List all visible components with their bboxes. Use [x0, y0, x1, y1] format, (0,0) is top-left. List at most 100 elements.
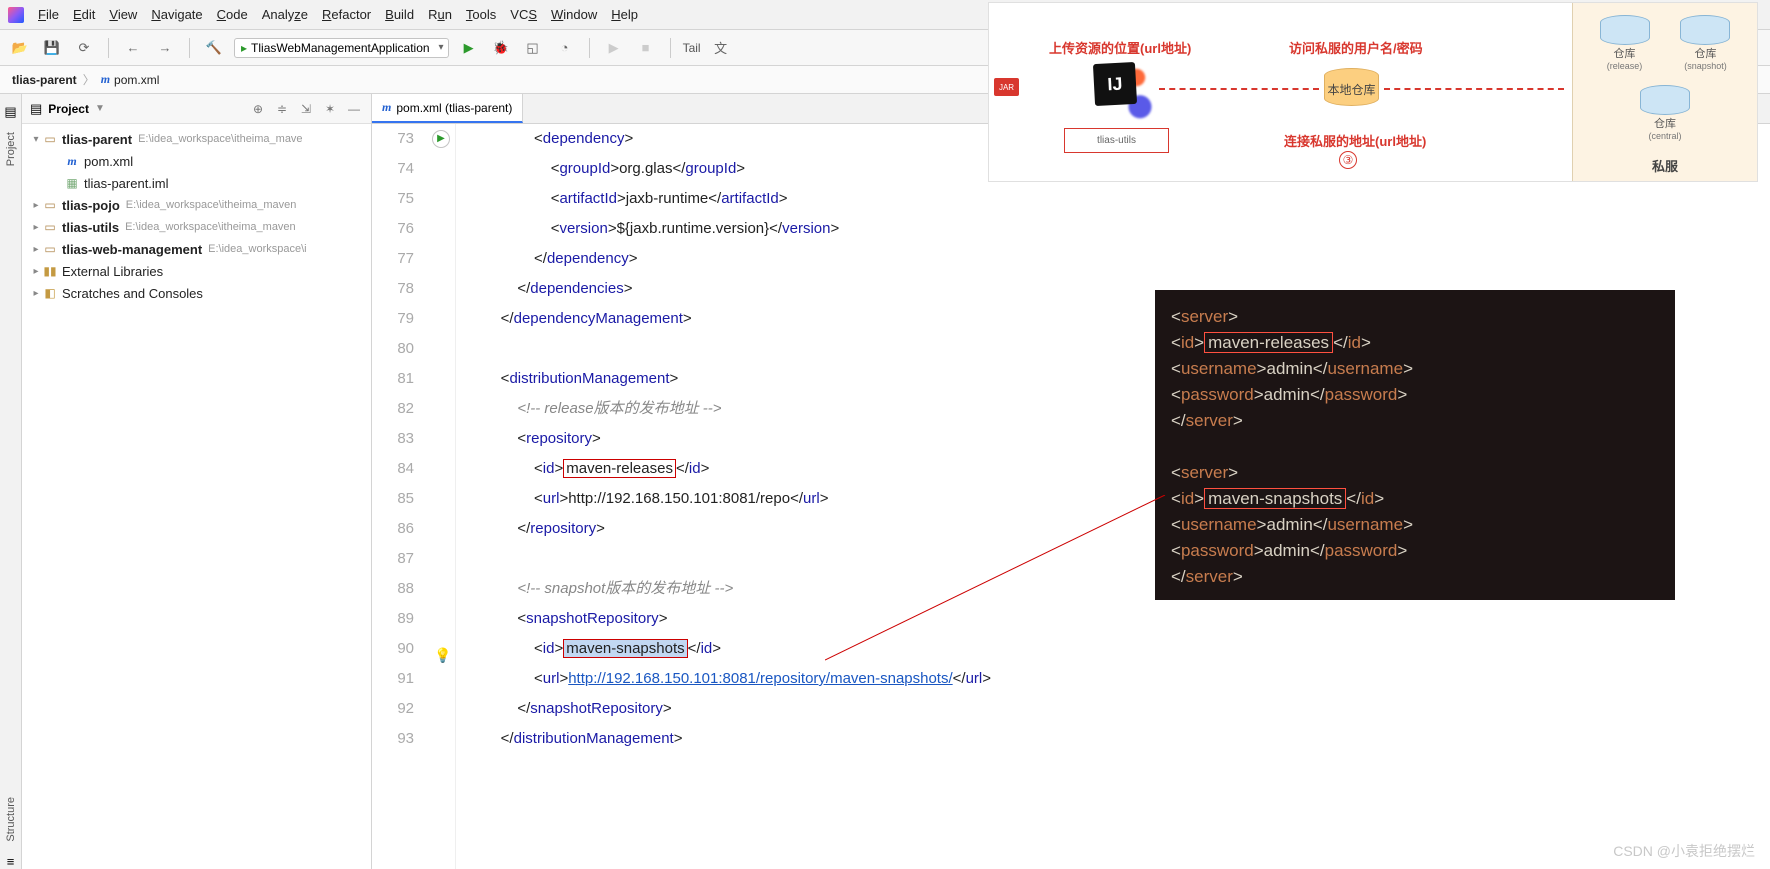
diagram-label-access: 访问私服的用户名/密码: [1289, 38, 1423, 57]
run-icon[interactable]: ▶: [457, 36, 481, 60]
diagram-label-upload: 上传资源的位置(url地址): [1049, 38, 1191, 57]
repo-release-label: 仓库: [1600, 45, 1650, 61]
back-icon[interactable]: ←: [121, 36, 145, 60]
divider: [589, 38, 590, 58]
coverage-icon[interactable]: ◱: [521, 36, 545, 60]
maven-file-icon: m: [101, 72, 110, 87]
library-icon: ▮▮: [42, 264, 58, 278]
run-config-selector[interactable]: ▸ TliasWebManagementApplication: [234, 38, 449, 58]
menu-analyze[interactable]: Analyze: [262, 7, 308, 22]
tree-node-pom[interactable]: m pom.xml: [22, 150, 371, 172]
module-icon: ▭: [42, 132, 58, 146]
structure-tool-label[interactable]: Structure: [5, 797, 17, 842]
structure-tool-icon[interactable]: ≡: [7, 854, 15, 869]
chevron-down-icon[interactable]: ▼: [95, 103, 105, 114]
chevron-right-icon[interactable]: ▸: [30, 288, 42, 299]
tree-node-ext-libs[interactable]: ▸ ▮▮ External Libraries: [22, 260, 371, 282]
collapse-icon[interactable]: ≑: [273, 102, 291, 116]
server-xml-overlay: <server> <id>maven-releases</id> <userna…: [1155, 290, 1675, 600]
menu-navigate[interactable]: Navigate: [151, 7, 202, 22]
open-icon[interactable]: 📂: [8, 36, 32, 60]
side-title: 私服: [1573, 156, 1757, 175]
scratch-icon: ◧: [42, 286, 58, 300]
module-icon: ▭: [42, 220, 58, 234]
tree-node-scratches[interactable]: ▸ ◧ Scratches and Consoles: [22, 282, 371, 304]
menu-vcs[interactable]: VCS: [510, 7, 537, 22]
project-tool-icon[interactable]: ▤: [4, 104, 16, 120]
left-tool-gutter: ▤ Project Structure ≡: [0, 94, 22, 869]
project-icon: ▤: [30, 101, 42, 117]
menu-help[interactable]: Help: [611, 7, 638, 22]
translate-icon[interactable]: 文: [709, 36, 733, 60]
divider: [189, 38, 190, 58]
chevron-right-icon[interactable]: ▸: [30, 266, 42, 277]
jar-icon: JAR: [994, 78, 1019, 96]
chevron-right-icon[interactable]: ▸: [30, 200, 42, 211]
sync-icon[interactable]: ⟳: [72, 36, 96, 60]
menu-edit[interactable]: Edit: [73, 7, 95, 22]
breadcrumb-item[interactable]: pom.xml: [114, 73, 159, 87]
hide-icon[interactable]: —: [345, 102, 363, 116]
panel-title: Project: [48, 102, 89, 116]
settings-icon[interactable]: ✶: [321, 102, 339, 116]
line-number-gutter: 7374757677787980818283848586878889909192…: [372, 124, 428, 869]
run-gutter-icon[interactable]: ▶: [432, 130, 450, 148]
module-icon: ▭: [42, 198, 58, 212]
save-icon[interactable]: 💾: [40, 36, 64, 60]
divider: [108, 38, 109, 58]
menu-build[interactable]: Build: [385, 7, 414, 22]
menu-tools[interactable]: Tools: [466, 7, 496, 22]
profile-icon[interactable]: ◔: [553, 36, 577, 60]
tree-node-pojo[interactable]: ▸ ▭ tlias-pojo E:\idea_workspace\itheima…: [22, 194, 371, 216]
diagram-overlay: 上传资源的位置(url地址) 访问私服的用户名/密码 连接私服的地址(url地址…: [988, 2, 1758, 182]
diagram-label-connect: 连接私服的地址(url地址): [1284, 131, 1426, 150]
stop-icon[interactable]: ■: [634, 36, 658, 60]
project-tool-label[interactable]: Project: [5, 132, 17, 166]
resume-icon[interactable]: ▶: [602, 36, 626, 60]
tree-node-utils[interactable]: ▸ ▭ tlias-utils E:\idea_workspace\itheim…: [22, 216, 371, 238]
tree-node-web[interactable]: ▸ ▭ tlias-web-management E:\idea_workspa…: [22, 238, 371, 260]
diagram-main: 上传资源的位置(url地址) 访问私服的用户名/密码 连接私服的地址(url地址…: [989, 3, 1572, 181]
intellij-icon: IJ: [1084, 58, 1154, 123]
editor-tab-pom[interactable]: m pom.xml (tlias-parent): [372, 94, 523, 123]
menu-file[interactable]: File: [38, 7, 59, 22]
module-icon: ▭: [42, 242, 58, 256]
menu-code[interactable]: Code: [217, 7, 248, 22]
diagram-side-panel: 仓库(release) 仓库(snapshot) 仓库(central) 私服: [1572, 3, 1757, 181]
tail-label[interactable]: Tail: [683, 41, 701, 55]
utils-module-box: tlias-utils: [1064, 128, 1169, 153]
chevron-right-icon[interactable]: ▸: [30, 222, 42, 233]
menu-run[interactable]: Run: [428, 7, 452, 22]
chevron-right-icon: 〉: [81, 71, 97, 88]
dashed-arrow: [1159, 88, 1319, 90]
forward-icon[interactable]: →: [153, 36, 177, 60]
project-panel: ▤ Project ▼ ⊕ ≑ ⇲ ✶ — ▾ ▭ tlias-parent E…: [22, 94, 372, 869]
project-panel-header: ▤ Project ▼ ⊕ ≑ ⇲ ✶ —: [22, 94, 371, 124]
local-repo-cylinder: 本地仓库: [1324, 68, 1379, 106]
project-tree: ▾ ▭ tlias-parent E:\idea_workspace\ithei…: [22, 124, 371, 308]
tab-label: pom.xml (tlias-parent): [396, 101, 512, 115]
iml-file-icon: ▦: [64, 176, 80, 190]
repo-central-label: 仓库: [1640, 115, 1690, 131]
divider: [670, 38, 671, 58]
menu-window[interactable]: Window: [551, 7, 597, 22]
run-config-label: TliasWebManagementApplication: [251, 41, 430, 55]
intention-bulb-icon[interactable]: 💡: [434, 640, 451, 670]
debug-icon[interactable]: 🐞: [489, 36, 513, 60]
build-icon[interactable]: 🔨: [202, 36, 226, 60]
menu-refactor[interactable]: Refactor: [322, 7, 371, 22]
locate-icon[interactable]: ⊕: [249, 102, 267, 116]
gutter-icons: ▶ 💡: [428, 124, 456, 869]
breadcrumb-item[interactable]: tlias-parent: [12, 73, 77, 87]
dashed-arrow: [1384, 88, 1564, 90]
chevron-right-icon[interactable]: ▸: [30, 244, 42, 255]
tree-node-iml[interactable]: ▦ tlias-parent.iml: [22, 172, 371, 194]
repo-snapshot-label: 仓库: [1680, 45, 1730, 61]
watermark: CSDN @小袁拒绝摆烂: [1613, 841, 1755, 861]
intellij-logo-icon: [8, 7, 24, 23]
tree-node-root[interactable]: ▾ ▭ tlias-parent E:\idea_workspace\ithei…: [22, 128, 371, 150]
maven-file-icon: m: [382, 100, 391, 115]
chevron-down-icon[interactable]: ▾: [30, 134, 42, 145]
expand-icon[interactable]: ⇲: [297, 102, 315, 116]
menu-view[interactable]: View: [109, 7, 137, 22]
